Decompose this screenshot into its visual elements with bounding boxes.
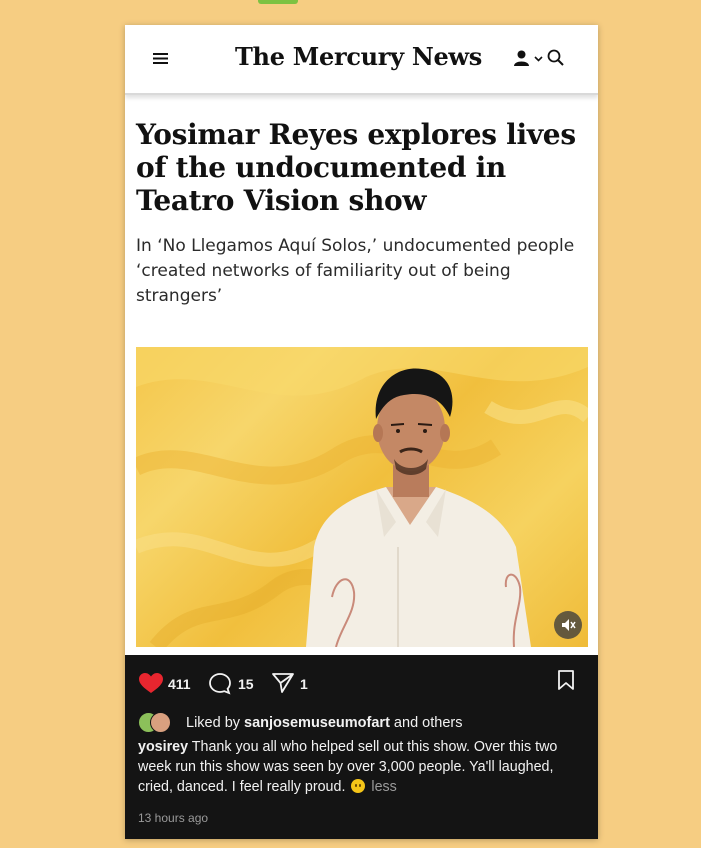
user-icon[interactable] bbox=[514, 50, 529, 66]
comment-icon[interactable] bbox=[208, 672, 232, 695]
emoji-icon bbox=[351, 779, 366, 793]
bookmark-icon[interactable] bbox=[557, 669, 575, 691]
liked-by-suffix: and others bbox=[389, 715, 463, 731]
avatar[interactable] bbox=[150, 712, 171, 733]
mute-icon bbox=[562, 619, 576, 631]
article-photo[interactable] bbox=[136, 347, 588, 647]
caption-username[interactable]: yosirey bbox=[138, 739, 188, 755]
site-header: The Mercury News bbox=[125, 25, 598, 95]
liked-by-username[interactable]: sanjosemuseumofart bbox=[244, 715, 390, 731]
liked-by-prefix: Liked by bbox=[186, 715, 245, 731]
likes-count: 411 bbox=[168, 676, 191, 692]
caption-text: Thank you all who helped sell out this s… bbox=[138, 739, 558, 795]
post-caption: yosirey Thank you all who helped sell ou… bbox=[138, 737, 590, 797]
phone-screen: The Mercury News Yosimar Reyes explores … bbox=[125, 25, 598, 839]
less-link[interactable]: less bbox=[371, 779, 396, 795]
chevron-down-icon[interactable] bbox=[534, 56, 543, 62]
comments-count: 15 bbox=[238, 676, 254, 692]
shares-count: 1 bbox=[300, 676, 308, 692]
instagram-post-panel: 411 15 1 Liked by sanjosemuseumofart and… bbox=[125, 655, 598, 839]
article-headline: Yosimar Reyes explores lives of the undo… bbox=[136, 118, 576, 217]
share-icon[interactable] bbox=[271, 672, 295, 694]
liked-by-text: Liked by sanjosemuseumofart and others bbox=[186, 714, 462, 732]
article-subhead: In ‘No Llegamos Aquí Solos,’ undocumente… bbox=[136, 236, 575, 306]
heart-icon[interactable] bbox=[138, 672, 164, 694]
mute-button[interactable] bbox=[554, 611, 582, 639]
portrait-illustration bbox=[136, 347, 588, 647]
site-masthead[interactable]: The Mercury News bbox=[235, 39, 482, 75]
hamburger-menu-icon[interactable] bbox=[153, 52, 168, 65]
search-icon[interactable] bbox=[547, 49, 564, 66]
top-accent-bar bbox=[258, 0, 298, 4]
post-timestamp: 13 hours ago bbox=[138, 811, 209, 825]
